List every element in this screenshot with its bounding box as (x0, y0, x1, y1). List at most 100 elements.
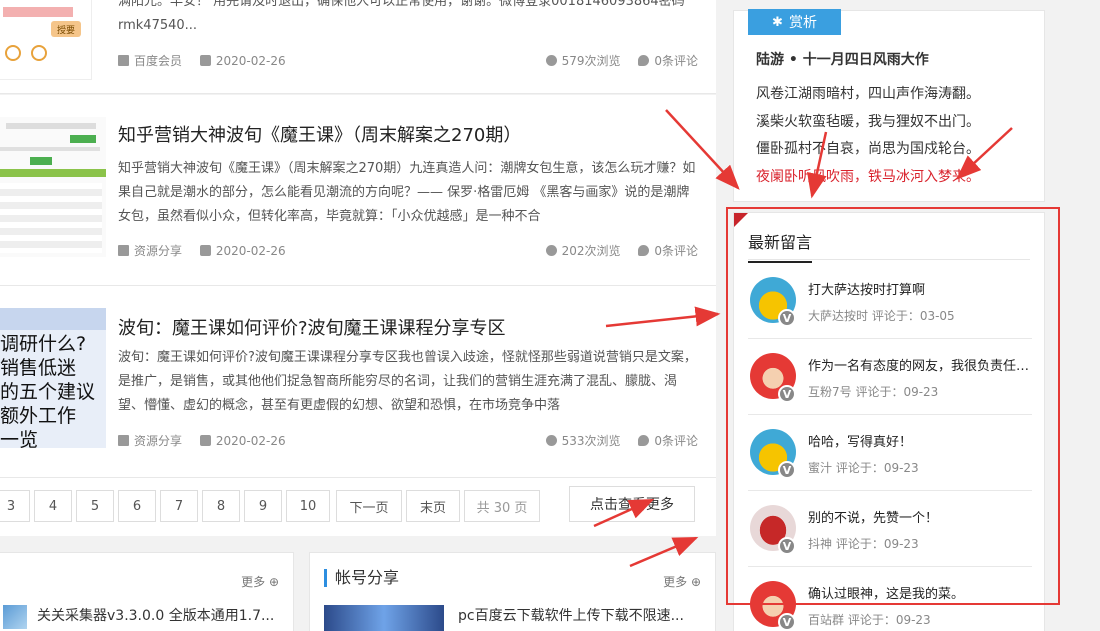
verified-badge: V (778, 309, 796, 327)
article-excerpt: 波旬：魔王课如何评价?波旬魔王课课程分享专区我也曾误入歧途，怪就怪那些弱道说营销… (118, 350, 697, 413)
verified-badge: V (778, 537, 796, 555)
pagination: 3 4 5 6 7 8 9 10 下一页 末页 共 30 页 点击查看更多 (0, 478, 716, 536)
resource-box: 更多 ⊕ 关关采集器v3.3.0.0 全版本通用1.7... (0, 552, 294, 631)
calendar-icon (199, 55, 211, 66)
category-link[interactable]: 资源分享 (118, 432, 182, 449)
list-item[interactable]: 关关采集器v3.3.0.0 全版本通用1.7... (37, 605, 287, 625)
comments-label: 0条评论 (654, 54, 698, 68)
article-meta: 资源分享 2020-02-26 533次浏览 0条评论 (118, 432, 698, 450)
comments-link[interactable]: 0条评论 (638, 52, 698, 69)
date: 2020-02-26 (199, 53, 286, 68)
folder-icon (118, 245, 129, 256)
calendar-icon (199, 435, 211, 446)
list-item[interactable]: pc百度云下载软件上传下载不限速... (458, 605, 703, 625)
comment-text[interactable]: 打大萨达按时打算啊 (808, 279, 1030, 298)
views: 533次浏览 (545, 432, 621, 449)
comment-meta: 百站群 评论于：09-23 (808, 613, 931, 627)
box-title: 帐号分享 (324, 569, 399, 587)
article-item[interactable]: 授要 满阳光。早安！ 用完请及时退出，确保他人可以正常使用，谢谢。微博登录001… (0, 0, 716, 94)
category-label: 百度会员 (134, 54, 183, 68)
comment-icon (638, 245, 650, 256)
comment-text[interactable]: 确认过眼神，这是我的菜。 (808, 583, 1030, 602)
comment-item[interactable]: V 确认过眼神，这是我的菜。 百站群 评论于：09-23 (748, 567, 1032, 631)
article-thumbnail[interactable]: 调研什么? 销售低迷 的五个建议 额外工作 一览 (0, 308, 106, 448)
article-thumbnail[interactable]: 授要 (0, 0, 92, 80)
article-excerpt: 知乎营销大神波旬《魔王课》（周末解案之270期）九连真造人问：潮牌女包生意，该怎… (118, 161, 696, 224)
verified-badge: V (778, 613, 796, 631)
load-more-button[interactable]: 点击查看更多 (569, 486, 695, 522)
views-label: 579次浏览 (561, 54, 621, 68)
widget-title: 最新留言 (748, 229, 813, 263)
more-link[interactable]: 更多 ⊕ (241, 573, 279, 590)
comments-label: 0条评论 (654, 244, 698, 258)
category-link[interactable]: 百度会员 (118, 52, 182, 69)
paw-icon (545, 435, 557, 446)
page: 授要 满阳光。早安！ 用完请及时退出，确保他人可以正常使用，谢谢。微博登录001… (0, 0, 1100, 631)
comment-item[interactable]: V 哈哈，写得真好！ 蜜汁 评论于：09-23 (748, 415, 1032, 491)
comment-item[interactable]: V 作为一名有态度的网友，我很负责任地点赞 互粉7号 评论于：09-23 (748, 339, 1032, 415)
page-link[interactable]: 8 (202, 490, 240, 522)
item-thumbnail (3, 605, 27, 629)
comment-icon (638, 55, 650, 66)
article-meta: 百度会员 2020-02-26 579次浏览 0条评论 (118, 52, 698, 70)
more-label: 更多 (241, 575, 266, 589)
comment-meta: 互粉7号 评论于：09-23 (808, 385, 939, 399)
comment-item[interactable]: V 别的不说，先赞一个！ 抖神 评论于：09-23 (748, 491, 1032, 567)
date-label: 2020-02-26 (215, 53, 286, 68)
page-link[interactable]: 7 (160, 490, 198, 522)
tag-label: 赏析 (788, 15, 817, 31)
thumb-line: 的五个建议 (0, 381, 96, 403)
more-label: 更多 (663, 575, 688, 589)
poem-tag: ✱ 赏析 (748, 9, 841, 35)
total-pages: 共 30 页 (464, 490, 540, 522)
views-label: 533次浏览 (561, 434, 621, 448)
corner-flag (734, 213, 748, 227)
article-meta: 资源分享 2020-02-26 202次浏览 0条评论 (118, 242, 698, 260)
comments-link[interactable]: 0条评论 (638, 432, 698, 449)
page-link[interactable]: 5 (76, 490, 114, 522)
comments-link[interactable]: 0条评论 (638, 242, 698, 259)
article-title[interactable]: 知乎营销大神波旬《魔王课》（周末解案之270期） (118, 121, 521, 147)
comment-text[interactable]: 作为一名有态度的网友，我很负责任地点赞 (808, 355, 1030, 374)
verified-badge: V (778, 385, 796, 403)
plus-circle-icon: ⊕ (268, 575, 279, 589)
latest-comments-widget: 最新留言 V 打大萨达按时打算啊 大萨达按时 评论于：03-05 V 作为一名有… (733, 212, 1045, 631)
item-thumbnail (324, 605, 444, 631)
date-label: 2020-02-26 (215, 433, 286, 448)
last-page-button[interactable]: 末页 (406, 490, 460, 522)
page-link[interactable]: 10 (286, 490, 330, 522)
comment-icon (638, 435, 650, 446)
more-link[interactable]: 更多 ⊕ (663, 573, 701, 590)
divider (748, 259, 1030, 260)
article-item[interactable]: 调研什么? 销售低迷 的五个建议 额外工作 一览 波旬：魔王课如何评价?波旬魔王… (0, 286, 716, 478)
comment-item[interactable]: V 打大萨达按时打算啊 大萨达按时 评论于：03-05 (748, 263, 1032, 339)
thumb-line: 调研什么? (0, 333, 87, 355)
views-label: 202次浏览 (561, 244, 621, 258)
page-link[interactable]: 3 (0, 490, 30, 522)
comment-text[interactable]: 别的不说，先赞一个！ (808, 507, 1030, 526)
folder-icon (118, 435, 129, 446)
comment-text[interactable]: 哈哈，写得真好！ (808, 431, 1030, 450)
poem-line: 僵卧孤村不自哀，尚思为国戍轮台。 (756, 141, 980, 157)
comment-meta: 蜜汁 评论于：09-23 (808, 461, 919, 475)
poem-line: 风卷江湖雨暗村，四山声作海涛翻。 (756, 86, 980, 102)
category-link[interactable]: 资源分享 (118, 242, 182, 259)
poem-title: 陆游 • 十一月四日风雨大作 (756, 52, 929, 68)
comments-label: 0条评论 (654, 434, 698, 448)
article-list: 授要 满阳光。早安！ 用完请及时退出，确保他人可以正常使用，谢谢。微博登录001… (0, 0, 716, 631)
page-link[interactable]: 9 (244, 490, 282, 522)
article-item[interactable]: 知乎营销大神波旬《魔王课》（周末解案之270期） 知乎营销大神波旬《魔王课》（周… (0, 95, 716, 286)
views: 579次浏览 (545, 52, 621, 69)
page-link[interactable]: 6 (118, 490, 156, 522)
poem-line: 溪柴火软蛮毡暖，我与狸奴不出门。 (756, 114, 980, 130)
thumb-line: 一览 (0, 429, 39, 448)
article-excerpt: 满阳光。早安！ 用完请及时退出，确保他人可以正常使用，谢谢。微博登录001814… (118, 0, 685, 33)
poem-line: 夜阑卧听风吹雨，铁马冰河入梦来。 (756, 169, 980, 185)
article-title[interactable]: 波旬：魔王课如何评价?波旬魔王课课程分享专区 (118, 314, 506, 340)
next-page-button[interactable]: 下一页 (336, 490, 402, 522)
views: 202次浏览 (545, 242, 621, 259)
page-link[interactable]: 4 (34, 490, 72, 522)
plus-circle-icon: ⊕ (690, 575, 701, 589)
date: 2020-02-26 (199, 244, 286, 258)
article-thumbnail[interactable] (0, 117, 106, 257)
